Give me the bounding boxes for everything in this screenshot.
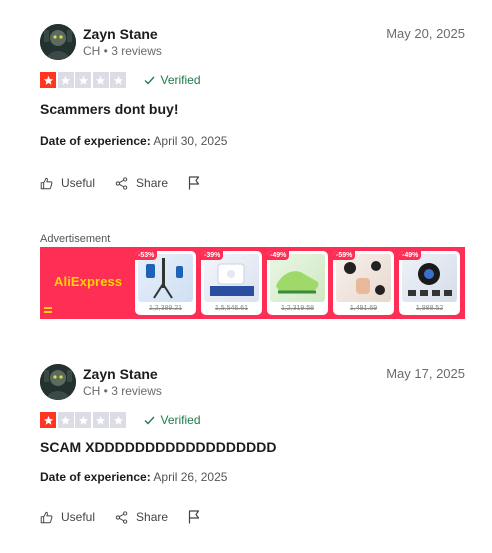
- star-icon: [57, 72, 74, 88]
- date-of-experience-label: Date of experience:: [40, 470, 151, 484]
- review-actions: Useful Share: [40, 508, 465, 526]
- thumbs-up-icon: [40, 177, 53, 189]
- ad-product-card[interactable]: -59% 1,491.69: [333, 251, 394, 315]
- checkmark-icon: [144, 416, 154, 424]
- ad-brand-logo: AliExpress: [54, 274, 122, 289]
- advertisement-banner[interactable]: AliExpress -53% 1,2,389.21 -39% 1,5,546.…: [40, 247, 465, 319]
- star-rating: Verified: [40, 71, 465, 89]
- date-of-experience-value: April 30, 2025: [153, 134, 228, 148]
- product-image: [402, 254, 457, 302]
- flag-icon: [188, 176, 200, 190]
- star-icon: [40, 72, 56, 88]
- review-card: Zayn Stane CH • 3 reviews May 20, 2025 V…: [40, 24, 465, 192]
- reviewer-meta: CH • 3 reviews: [83, 384, 162, 398]
- ad-product-card[interactable]: -49% 1,988.52: [399, 251, 460, 315]
- product-image: [270, 254, 325, 302]
- useful-label: Useful: [61, 510, 96, 524]
- report-button[interactable]: [188, 176, 200, 190]
- discount-badge: -59%: [333, 251, 356, 260]
- product-price: 1,491.69: [349, 305, 378, 312]
- reviewer-name[interactable]: Zayn Stane: [83, 366, 158, 382]
- avatar[interactable]: [40, 24, 76, 60]
- thumbs-up-icon: [40, 511, 53, 523]
- date-of-experience: Date of experience: April 30, 2025: [40, 134, 465, 148]
- ad-product-card[interactable]: -39% 1,5,546.61: [201, 251, 262, 315]
- star-icon: [57, 412, 74, 428]
- review-card: Zayn Stane CH • 3 reviews May 17, 2025 V…: [40, 364, 465, 526]
- product-price: 1,2,319.58: [280, 305, 315, 312]
- discount-badge: -49%: [267, 251, 290, 260]
- review-date: May 17, 2025: [386, 366, 465, 381]
- star-icon: [92, 72, 109, 88]
- review-header: Zayn Stane CH • 3 reviews May 17, 2025: [40, 364, 465, 402]
- verified-badge[interactable]: Verified: [144, 73, 201, 87]
- review-actions: Useful Share: [40, 174, 465, 192]
- avatar[interactable]: [40, 364, 76, 400]
- share-button[interactable]: Share: [115, 176, 168, 190]
- reviewer-meta: CH • 3 reviews: [83, 44, 162, 58]
- reviewer-name[interactable]: Zayn Stane: [83, 26, 158, 42]
- star-rating: Verified: [40, 411, 465, 429]
- flag-icon: [188, 510, 200, 524]
- ad-product-card[interactable]: -53% 1,2,389.21: [135, 251, 196, 315]
- product-price: 1,5,546.61: [214, 305, 249, 312]
- review-title[interactable]: SCAM XDDDDDDDDDDDDDDDDDD: [40, 439, 465, 455]
- star-icon: [75, 72, 91, 88]
- discount-badge: -49%: [399, 251, 422, 260]
- verified-label: Verified: [160, 73, 201, 87]
- useful-button[interactable]: Useful: [40, 176, 95, 190]
- report-button[interactable]: [188, 510, 200, 524]
- useful-button[interactable]: Useful: [40, 510, 95, 524]
- share-icon: [115, 510, 128, 524]
- discount-badge: -53%: [135, 251, 158, 260]
- date-of-experience-label: Date of experience:: [40, 134, 151, 148]
- share-label: Share: [136, 510, 169, 524]
- ad-menu-icon[interactable]: [44, 307, 52, 313]
- review-date: May 20, 2025: [386, 26, 465, 41]
- ad-product-card[interactable]: -49% 1,2,319.58: [267, 251, 328, 315]
- verified-label: Verified: [160, 413, 201, 427]
- advertisement-label: Advertisement: [40, 233, 111, 245]
- date-of-experience: Date of experience: April 26, 2025: [40, 470, 465, 484]
- date-of-experience-value: April 26, 2025: [153, 470, 228, 484]
- product-image: [204, 254, 259, 302]
- star-icon: [92, 412, 109, 428]
- product-price: 1,2,389.21: [148, 305, 183, 312]
- share-label: Share: [136, 176, 169, 190]
- verified-badge[interactable]: Verified: [144, 413, 201, 427]
- star-icon: [40, 412, 56, 428]
- share-icon: [115, 176, 128, 190]
- discount-badge: -39%: [201, 251, 224, 260]
- review-title[interactable]: Scammers dont buy!: [40, 101, 465, 117]
- product-price: 1,988.52: [415, 305, 444, 312]
- ad-brand-text: AliExpress: [54, 274, 123, 289]
- share-button[interactable]: Share: [115, 510, 168, 524]
- star-icon: [75, 412, 91, 428]
- checkmark-icon: [144, 76, 154, 84]
- review-header: Zayn Stane CH • 3 reviews May 20, 2025: [40, 24, 465, 62]
- product-image: [138, 254, 193, 302]
- product-image: [336, 254, 391, 302]
- star-icon: [110, 412, 126, 428]
- useful-label: Useful: [61, 176, 96, 190]
- star-icon: [110, 72, 126, 88]
